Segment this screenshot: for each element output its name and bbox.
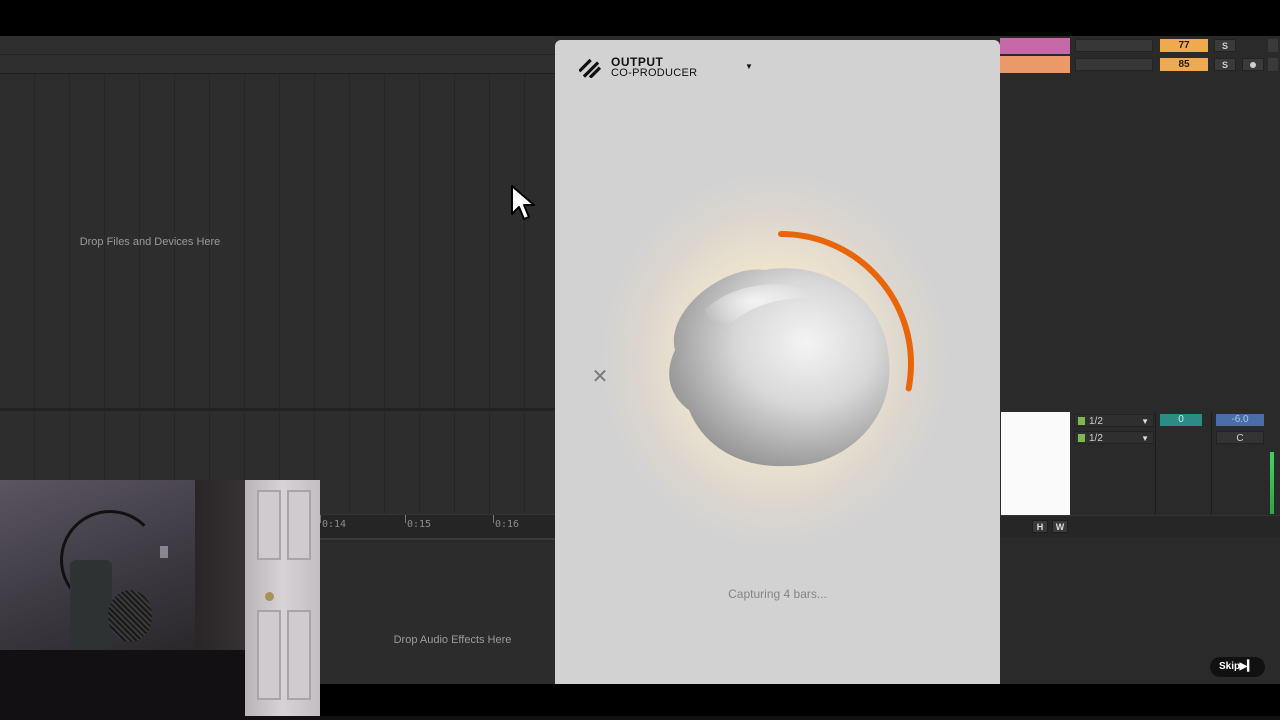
input-icon <box>1078 417 1085 425</box>
drop-effects-hint: Drop Audio Effects Here <box>393 634 512 646</box>
track-1-meter <box>1268 39 1278 52</box>
output-logo-icon <box>579 58 601 78</box>
door-knob <box>265 592 274 601</box>
dropdown-arrow-icon: ▼ <box>1141 434 1149 443</box>
mouse-cursor-icon <box>511 185 535 220</box>
timeline-ruler[interactable]: 0:14 0:15 0:16 <box>319 514 555 540</box>
output-channel-select[interactable]: 1/2 ▼ <box>1074 431 1154 444</box>
video-progress-track[interactable] <box>0 716 1280 720</box>
product-name: CO-PRODUCER <box>611 67 698 79</box>
arrangement-header <box>0 36 555 74</box>
timeline-tick: 0:14 <box>319 515 347 530</box>
microphone <box>70 560 112 650</box>
track-2-meter <box>1268 58 1278 71</box>
input-channel-select[interactable]: 1/2 ▼ <box>1074 414 1154 427</box>
volume-value-field[interactable]: -6.0 <box>1216 414 1264 426</box>
screen: Drop Files and Devices Here 0:14 0:15 0:… <box>0 0 1280 720</box>
brand-logo[interactable]: OUTPUT CO-PRODUCER ▼ <box>579 55 779 84</box>
track-1-field[interactable] <box>1075 39 1153 52</box>
arm-button-track-2[interactable] <box>1242 58 1264 71</box>
output-channel-label: 1/2 <box>1089 433 1103 444</box>
timeline-tick: 0:16 <box>492 515 520 530</box>
channel-divider <box>1211 412 1212 515</box>
clip-slot-track-1[interactable] <box>1000 38 1070 54</box>
co-producer-plugin-window[interactable]: OUTPUT CO-PRODUCER ▼ ✕ Capturing 4 bars.… <box>555 40 1000 684</box>
skip-label: Skip <box>1219 661 1241 672</box>
h-button[interactable]: H <box>1032 520 1048 533</box>
close-icon[interactable]: ✕ <box>589 366 611 388</box>
wall-outlet <box>160 546 168 558</box>
orb-graphic <box>648 231 914 497</box>
mixer-panel <box>1000 36 1280 684</box>
input-channel-label: 1/2 <box>1089 416 1103 427</box>
track-2-field[interactable] <box>1075 58 1153 71</box>
skip-button[interactable]: Skip ▶▎ <box>1210 657 1265 677</box>
device-drop-area[interactable] <box>320 542 555 684</box>
dropdown-arrow-icon: ▼ <box>1141 417 1149 426</box>
solo-button-track-2[interactable]: S <box>1214 58 1236 71</box>
solo-button-track-1[interactable]: S <box>1214 39 1236 52</box>
level-meter <box>1270 452 1274 514</box>
send-value-field[interactable]: 0 <box>1160 414 1202 426</box>
pop-filter <box>108 590 152 642</box>
grid-divider[interactable] <box>0 408 555 411</box>
channel-divider <box>1155 412 1156 515</box>
track-2-value[interactable]: 85 <box>1160 58 1208 71</box>
device-view-panel[interactable] <box>1001 412 1070 515</box>
drop-files-hint: Drop Files and Devices Here <box>79 236 221 248</box>
timeline-tick: 0:15 <box>404 515 432 530</box>
w-button[interactable]: W <box>1052 520 1068 533</box>
caret-down-icon[interactable]: ▼ <box>745 62 753 71</box>
skip-next-icon: ▶▎ <box>1239 661 1255 672</box>
webcam-overlay <box>0 480 320 720</box>
arrangement-grid[interactable] <box>0 74 555 518</box>
clip-slot-track-2[interactable] <box>1000 56 1070 73</box>
webcam-floor <box>0 650 245 720</box>
capture-status-text: Capturing 4 bars... <box>728 587 827 601</box>
webcam-door <box>245 480 320 720</box>
capture-orb <box>645 230 925 510</box>
output-icon <box>1078 434 1085 442</box>
pan-value-field[interactable]: C <box>1216 431 1264 444</box>
track-1-value[interactable]: 77 <box>1160 39 1208 52</box>
